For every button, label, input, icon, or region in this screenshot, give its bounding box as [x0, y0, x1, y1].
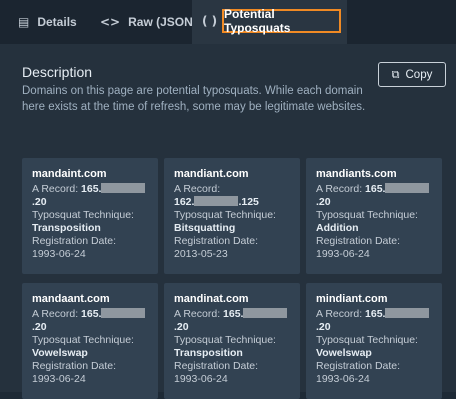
a-record-label: A Record: 165..20: [32, 308, 148, 334]
reg-date-value: 2013-05-23: [174, 248, 228, 260]
technique-value: Transposition: [174, 347, 243, 359]
reg-date-label: Registration Date:: [174, 235, 259, 247]
redacted-block: [385, 183, 430, 193]
parentheses-icon: ( ): [202, 14, 218, 28]
code-icon: <>: [100, 15, 121, 29]
reg-date-value: 1993-06-24: [174, 373, 228, 385]
technique-label: Typosquat Technique:: [32, 209, 134, 221]
reg-date-value: 1993-06-24: [32, 373, 86, 385]
a-record-label: A Record: 165..20: [32, 183, 148, 209]
reg-date-label: Registration Date:: [316, 360, 401, 372]
redacted-block: [243, 308, 288, 318]
redacted-block: [101, 183, 146, 193]
redacted-block: [101, 308, 146, 318]
a-record-value: 162. .125: [174, 196, 259, 208]
tab-bar: ▤ Details <> Raw (JSON) ( ) Potential Ty…: [0, 0, 456, 44]
domain-card: mindiant.com A Record: 165..20 Typosquat…: [306, 283, 442, 399]
tab-details[interactable]: ▤ Details: [18, 0, 77, 44]
a-record-label: A Record: 165..20: [316, 183, 432, 209]
a-record-label: A Record: 165..20: [316, 308, 432, 334]
technique-value: Transposition: [32, 222, 101, 234]
reg-date-value: 1993-06-24: [316, 248, 370, 260]
tab-label: Potential Typosquats: [222, 7, 341, 35]
typosquats-panel: Description Domains on this page are pot…: [0, 44, 456, 399]
reg-date-value: 1993-06-24: [316, 373, 370, 385]
technique-label: Typosquat Technique:: [174, 209, 276, 221]
domain-card: mandaint.com A Record: 165..20 Typosquat…: [22, 158, 158, 274]
domain-name: mandiants.com: [316, 168, 397, 180]
domain-card: mandiants.com A Record: 165..20 Typosqua…: [306, 158, 442, 274]
technique-label: Typosquat Technique:: [32, 334, 134, 346]
copy-label: Copy: [405, 68, 433, 81]
reg-date-label: Registration Date:: [174, 360, 259, 372]
redacted-block: [385, 308, 430, 318]
domain-name: mandaint.com: [32, 168, 107, 180]
reg-date-label: Registration Date:: [32, 360, 117, 372]
copy-icon: ⧉: [391, 67, 400, 81]
domain-card: mandaant.com A Record: 165..20 Typosquat…: [22, 283, 158, 399]
domain-name: mandaant.com: [32, 293, 110, 305]
domain-card: mandiant.com A Record: 162. .125 Typosqua…: [164, 158, 300, 274]
a-record-label: A Record: 165..20: [174, 308, 290, 334]
tab-label: Details: [37, 15, 77, 29]
tab-potential-typosquats[interactable]: ( ) Potential Typosquats: [192, 0, 347, 44]
technique-value: Vowelswap: [32, 347, 88, 359]
domain-name: mandiant.com: [174, 168, 249, 180]
section-description: Domains on this page are potential typos…: [22, 85, 366, 113]
a-record-label: A Record:: [174, 183, 221, 195]
document-icon: ▤: [18, 15, 30, 29]
technique-value: Addition: [316, 222, 359, 234]
technique-label: Typosquat Technique:: [316, 209, 418, 221]
technique-value: Vowelswap: [316, 347, 372, 359]
domain-name: mindiant.com: [316, 293, 388, 305]
technique-label: Typosquat Technique:: [174, 334, 276, 346]
domain-name: mandinat.com: [174, 293, 249, 305]
reg-date-label: Registration Date:: [32, 235, 117, 247]
tab-label: Raw (JSON): [128, 15, 197, 29]
reg-date-value: 1993-06-24: [32, 248, 86, 260]
technique-value: Bitsquatting: [174, 222, 236, 234]
section-title: Description: [22, 64, 93, 80]
domain-card: mandinat.com A Record: 165..20 Typosquat…: [164, 283, 300, 399]
technique-label: Typosquat Technique:: [316, 334, 418, 346]
tab-raw-json[interactable]: <> Raw (JSON): [100, 0, 197, 44]
reg-date-label: Registration Date:: [316, 235, 401, 247]
redacted-block: [194, 196, 239, 206]
copy-button[interactable]: ⧉ Copy: [378, 62, 446, 87]
